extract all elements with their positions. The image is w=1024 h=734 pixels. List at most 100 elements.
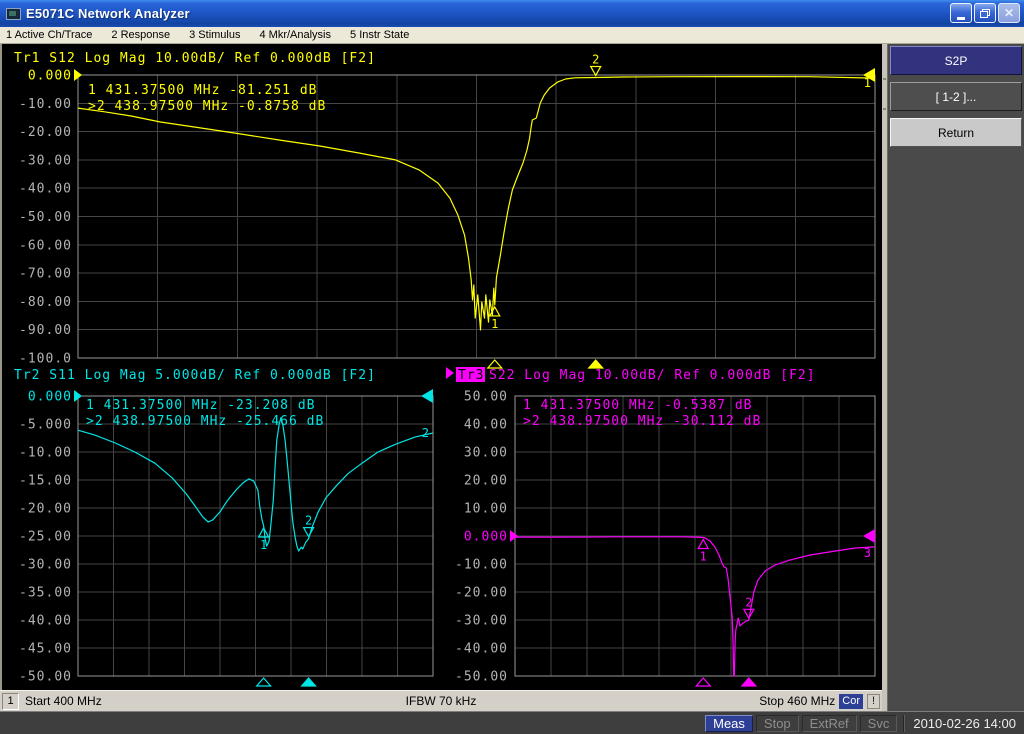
tr1-grid	[78, 75, 875, 358]
taskbar-extref-indicator: ExtRef	[802, 715, 857, 732]
window-titlebar: E5071C Network Analyzer ✕	[0, 0, 1024, 27]
tr1-header: Tr1 S12 Log Mag 10.00dB/ Ref 0.000dB [F2…	[14, 51, 376, 66]
chart-tr3: 50.0040.0030.0020.0010.000.000-10.00-20.…	[446, 367, 875, 686]
svg-text:50.00: 50.00	[464, 390, 508, 405]
svg-text:-10.00: -10.00	[19, 446, 72, 461]
svg-text:2: 2	[745, 595, 752, 609]
menu-item-active-ch-trace[interactable]: 1 Active Ch/Trace	[6, 29, 92, 41]
menu-bar: 1 Active Ch/Trace 2 Response 3 Stimulus …	[0, 27, 1024, 44]
softkey-menu-title[interactable]: S2P	[890, 46, 1022, 75]
svg-text:-20.00: -20.00	[19, 125, 72, 140]
tr1-marker-2-stimulus-indicator	[589, 360, 603, 368]
svg-text:-10.00: -10.00	[455, 558, 508, 573]
svg-text:-10.00: -10.00	[19, 97, 72, 112]
svg-text:-50.00: -50.00	[19, 670, 72, 685]
svg-text:10.00: 10.00	[464, 502, 508, 517]
svg-text:2: 2	[592, 52, 599, 66]
svg-text:-15.00: -15.00	[19, 474, 72, 489]
svg-text:-40.00: -40.00	[19, 182, 72, 197]
svg-text:-40.00: -40.00	[19, 614, 72, 629]
svg-text:-35.00: -35.00	[19, 586, 72, 601]
svg-text:-40.00: -40.00	[455, 642, 508, 657]
svg-text:0.000: 0.000	[28, 69, 72, 84]
tr2-header: Tr2 S11 Log Mag 5.000dB/ Ref 0.000dB [F2…	[14, 368, 376, 383]
svg-text:1: 1	[491, 317, 498, 331]
svg-text:0.000: 0.000	[28, 390, 72, 405]
close-button[interactable]: ✕	[998, 3, 1020, 23]
restore-button[interactable]	[974, 3, 996, 23]
svg-text:-5.000: -5.000	[19, 418, 72, 433]
correction-indicator: Cor	[839, 694, 863, 709]
svg-text:S22 Log Mag 10.00dB/ Ref 0.000: S22 Log Mag 10.00dB/ Ref 0.000dB [F2]	[489, 368, 816, 383]
menu-item-mkr-analysis[interactable]: 4 Mkr/Analysis	[259, 29, 331, 41]
svg-text:-30.00: -30.00	[19, 153, 72, 168]
svg-text:-20.00: -20.00	[19, 502, 72, 517]
charts-canvas: 0.000 -10.00 -20.00 -30.00 -40.00 -50.00 -60.0…	[0, 44, 882, 690]
tr3-marker-2-stimulus-indicator	[742, 678, 756, 686]
svg-text:>2 438.97500 MHz -30.112 dB: >2 438.97500 MHz -30.112 dB	[523, 414, 761, 429]
svg-text:Tr3: Tr3	[458, 368, 484, 383]
tr3-ref-level-arrow	[863, 529, 875, 543]
tr3-trace-number-label: 3	[864, 546, 871, 560]
tr2-marker-1: 1	[259, 528, 269, 552]
svg-text:1 431.37500 MHz -23.208 dB: 1 431.37500 MHz -23.208 dB	[86, 398, 316, 413]
softkey-ports-1-2[interactable]: [ 1-2 ]...	[890, 82, 1022, 111]
svg-text:1: 1	[700, 550, 707, 564]
analyzer-display: 0.000 -10.00 -20.00 -30.00 -40.00 -50.00 -60.0…	[0, 44, 882, 690]
tr2-grid	[78, 396, 433, 676]
menu-item-stimulus[interactable]: 3 Stimulus	[189, 29, 240, 41]
minimize-icon	[957, 17, 965, 20]
svg-text:2: 2	[305, 514, 312, 528]
svg-text:40.00: 40.00	[464, 418, 508, 433]
taskbar-clock: 2010-02-26 14:00	[903, 715, 1021, 732]
tr3-y-axis-labels: 50.0040.0030.0020.0010.000.000-10.00-20.…	[455, 390, 508, 685]
tr1-marker-2: 2	[591, 52, 601, 75]
ifbw-label: IFBW 70 kHz	[406, 694, 477, 708]
svg-text:-45.00: -45.00	[19, 642, 72, 657]
taskbar-svc-indicator: Svc	[860, 715, 898, 732]
alert-indicator: !	[867, 694, 880, 709]
tr3-header: Tr3 S22 Log Mag 10.00dB/ Ref 0.000dB [F2]	[446, 367, 816, 383]
chart-tr2: 0.000 -5.000 -10.00 -15.00 -20.00 -25.00 -30.0…	[14, 368, 433, 686]
minimize-button[interactable]	[950, 3, 972, 23]
svg-text:1: 1	[260, 538, 267, 552]
svg-text:-50.00: -50.00	[19, 210, 72, 225]
svg-text:-90.00: -90.00	[19, 323, 72, 338]
tr3-marker-2: 2	[744, 595, 754, 618]
window-title: E5071C Network Analyzer	[26, 6, 190, 21]
svg-text:Tr2 S11 Log Mag 5.000dB/ Ref 0: Tr2 S11 Log Mag 5.000dB/ Ref 0.000dB [F2…	[14, 368, 376, 383]
status-bar: 1 Start 400 MHz IFBW 70 kHz Stop 460 MHz…	[0, 690, 882, 711]
svg-text:Tr1 S12 Log Mag 10.00dB/ Ref 0: Tr1 S12 Log Mag 10.00dB/ Ref 0.000dB [F2…	[14, 51, 376, 66]
close-icon: ✕	[1004, 7, 1014, 19]
tr2-marker-1-stimulus-indicator	[257, 678, 271, 686]
svg-text:1 431.37500 MHz -81.251 dB: 1 431.37500 MHz -81.251 dB	[88, 83, 318, 98]
svg-text:-25.00: -25.00	[19, 530, 72, 545]
svg-text:30.00: 30.00	[464, 446, 508, 461]
active-trace-pointer-icon	[446, 367, 454, 379]
tr2-y-axis-labels: 0.000 -5.000 -10.00 -15.00 -20.00 -25.00 -30.0…	[19, 390, 72, 685]
tr3-marker-readout: 1 431.37500 MHz -0.5387 dB>2 438.97500 M…	[523, 398, 761, 429]
restore-icon	[980, 9, 990, 18]
svg-text:0.000: 0.000	[464, 530, 508, 545]
taskbar-stop-indicator: Stop	[756, 715, 799, 732]
menu-item-instr-state[interactable]: 5 Instr State	[350, 29, 409, 41]
svg-text:-30.00: -30.00	[19, 558, 72, 573]
softkey-return[interactable]: Return	[890, 118, 1022, 147]
tr1-trace-number-label: 1	[864, 76, 871, 90]
tr2-marker-readout: 1 431.37500 MHz -23.208 dB>2 438.97500 M…	[86, 398, 324, 429]
tr3-grid	[515, 396, 875, 676]
softkey-panel: S2P [ 1-2 ]... Return	[882, 44, 1024, 711]
menu-item-response[interactable]: 2 Response	[111, 29, 170, 41]
system-taskbar: Meas Stop ExtRef Svc 2010-02-26 14:00	[0, 711, 1024, 734]
tr2-marker-2-stimulus-indicator	[302, 678, 316, 686]
tr3-marker-1: 1	[698, 540, 708, 564]
svg-text:-20.00: -20.00	[455, 586, 508, 601]
taskbar-meas-indicator: Meas	[705, 715, 753, 732]
tr2-ref-level-arrow	[421, 389, 433, 403]
svg-text:-60.00: -60.00	[19, 238, 72, 253]
svg-text:-50.00: -50.00	[455, 670, 508, 685]
tr1-y-axis-labels: 0.000 -10.00 -20.00 -30.00 -40.00 -50.00 -60.0…	[19, 69, 72, 367]
svg-text:1 431.37500 MHz -0.5387 dB: 1 431.37500 MHz -0.5387 dB	[523, 398, 753, 413]
app-icon	[6, 8, 21, 20]
tr3-marker-1-stimulus-indicator	[696, 678, 710, 686]
